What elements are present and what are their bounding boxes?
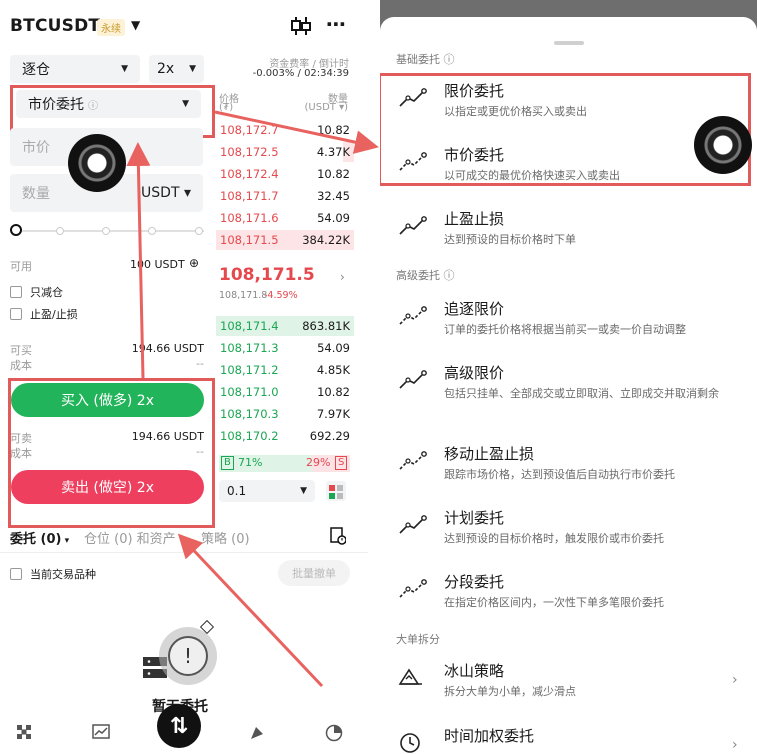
annotation-arrows: [126, 110, 379, 688]
arrow-to-order-type: [126, 142, 151, 379]
arrow-to-button-box: [177, 533, 324, 688]
arrow-to-basic-orders: [214, 110, 379, 154]
